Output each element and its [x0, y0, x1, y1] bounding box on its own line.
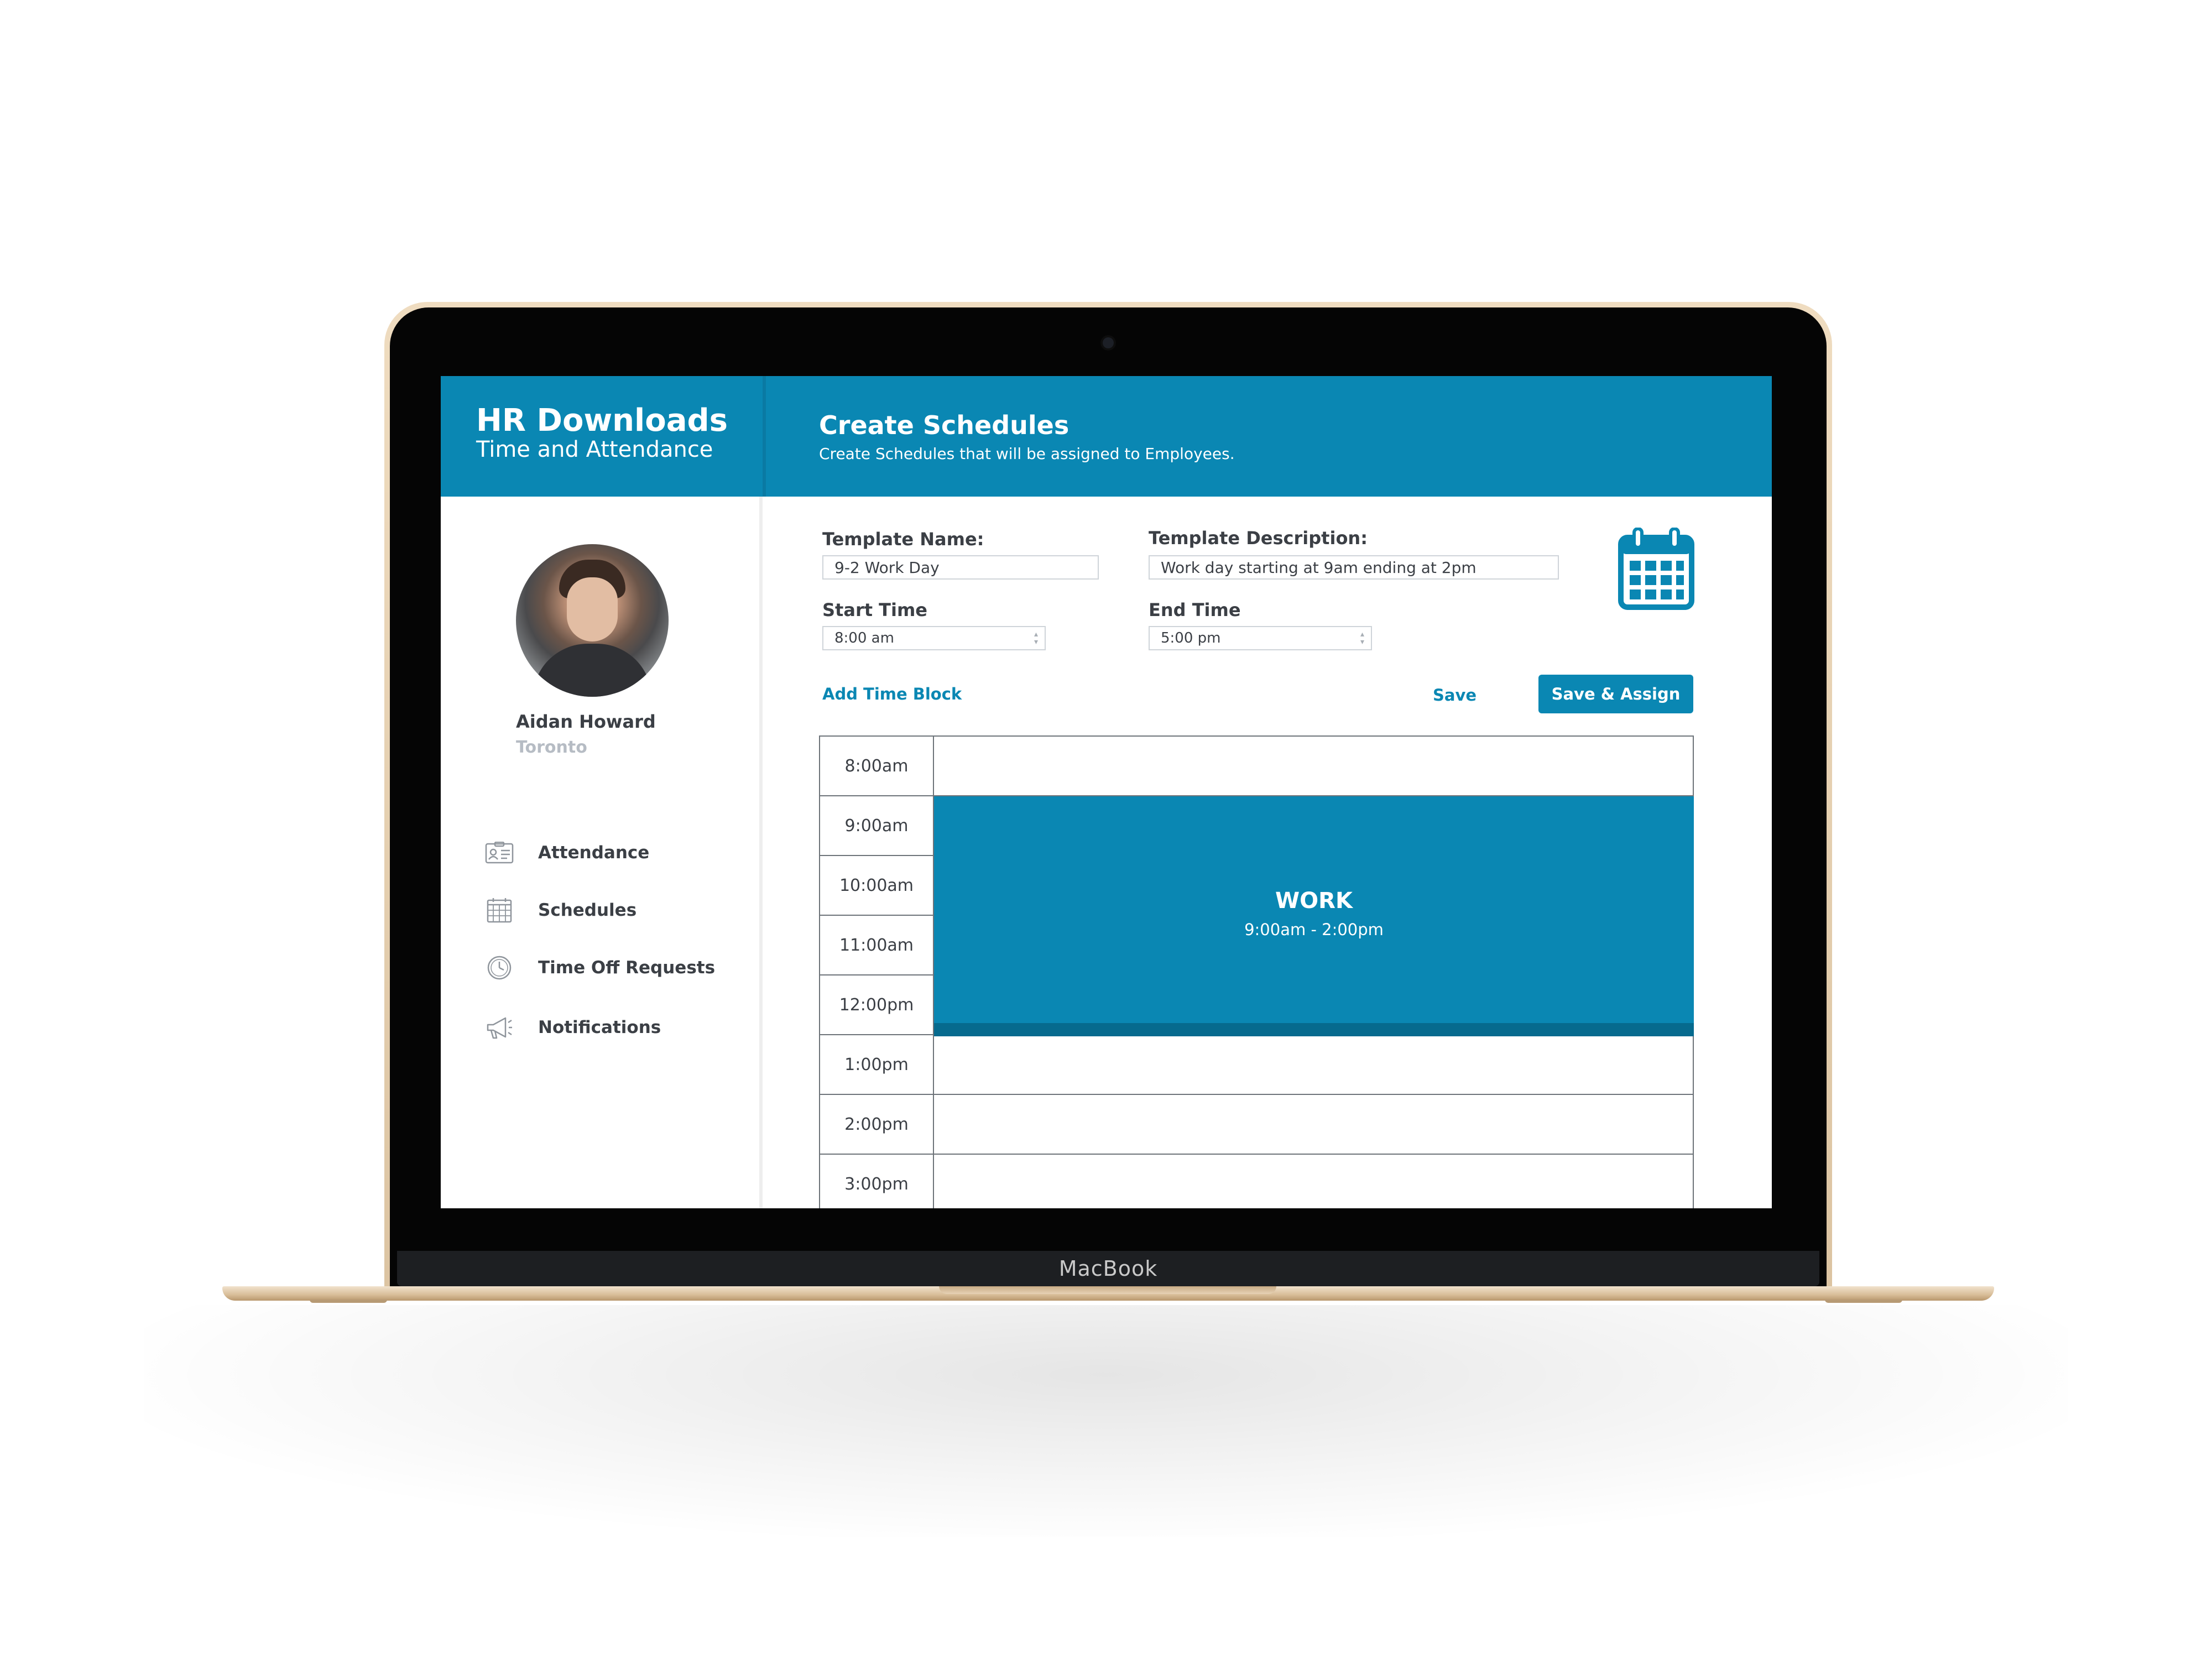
- sidebar-item-label: Schedules: [538, 900, 637, 920]
- user-location: Toronto: [516, 738, 587, 757]
- user-name: Aidan Howard: [516, 711, 656, 732]
- spinner-icon[interactable]: ▴ ▾: [1360, 630, 1364, 646]
- laptop-shadow: [144, 1305, 2068, 1537]
- start-time-select[interactable]: 8:00 am ▴ ▾: [822, 626, 1046, 650]
- avatar-face: [567, 577, 618, 641]
- save-and-assign-button[interactable]: Save & Assign: [1538, 675, 1693, 713]
- start-time-value: 8:00 am: [834, 630, 894, 646]
- work-block-range: 9:00am - 2:00pm: [1244, 920, 1384, 939]
- sidebar-item-notifications[interactable]: Notifications: [485, 1011, 728, 1044]
- sidebar: Aidan Howard Toronto Attendance Schedule…: [441, 497, 763, 1208]
- template-description-input[interactable]: [1149, 555, 1559, 580]
- save-button[interactable]: Save: [1433, 686, 1477, 705]
- sidebar-item-time-off-requests[interactable]: Time Off Requests: [485, 951, 728, 984]
- end-time-label: End Time: [1149, 599, 1241, 620]
- laptop-foot: [1825, 1300, 1902, 1303]
- sidebar-item-attendance[interactable]: Attendance: [485, 836, 728, 869]
- table-row[interactable]: 3:00pm: [820, 1155, 1694, 1208]
- end-time-select[interactable]: 5:00 pm ▴ ▾: [1149, 626, 1372, 650]
- work-time-block[interactable]: WORK 9:00am - 2:00pm: [934, 796, 1694, 1036]
- app-subtitle: Time and Attendance: [476, 437, 713, 462]
- sidebar-item-label: Time Off Requests: [538, 958, 716, 978]
- schedule-grid: 8:00am 9:00am 10:00am 11:00am 12:00pm 1:…: [819, 735, 1694, 1208]
- time-label: 1:00pm: [820, 1035, 934, 1094]
- time-label: 10:00am: [820, 856, 934, 915]
- avatar-body: [533, 644, 652, 697]
- time-label: 11:00am: [820, 916, 934, 974]
- main-content: Template Name: Template Description: Sta…: [766, 497, 1772, 1208]
- laptop-chin: MacBook: [397, 1251, 1819, 1286]
- sidebar-item-label: Attendance: [538, 843, 650, 863]
- brand-panel: HR Downloads Time and Attendance: [441, 376, 763, 497]
- page-title: Create Schedules: [819, 410, 1070, 440]
- spinner-icon[interactable]: ▴ ▾: [1034, 630, 1038, 646]
- time-label: 9:00am: [820, 796, 934, 855]
- megaphone-icon: [485, 1013, 514, 1042]
- add-time-block-button[interactable]: Add Time Block: [822, 685, 962, 703]
- calendar-icon: [1618, 528, 1694, 610]
- id-card-icon: [485, 838, 514, 867]
- end-time-value: 5:00 pm: [1161, 630, 1221, 646]
- device-brand-label: MacBook: [1058, 1256, 1158, 1281]
- time-label: 3:00pm: [820, 1155, 934, 1208]
- sidebar-item-schedules[interactable]: Schedules: [485, 894, 728, 927]
- laptop-hinge-notch: [939, 1286, 1276, 1294]
- table-row[interactable]: 1:00pm: [820, 1035, 1694, 1095]
- table-row[interactable]: 8:00am: [820, 737, 1694, 796]
- template-name-label: Template Name:: [822, 529, 984, 550]
- template-description-label: Template Description:: [1149, 528, 1368, 549]
- template-name-input[interactable]: [822, 555, 1099, 580]
- time-label: 2:00pm: [820, 1095, 934, 1154]
- calendar-icon: [485, 896, 514, 925]
- sidebar-item-label: Notifications: [538, 1018, 661, 1037]
- page-subtitle: Create Schedules that will be assigned t…: [819, 445, 1235, 463]
- work-block-resize-handle[interactable]: [934, 1023, 1694, 1036]
- avatar[interactable]: [516, 544, 669, 697]
- app-title: HR Downloads: [476, 403, 728, 439]
- time-label: 12:00pm: [820, 975, 934, 1034]
- start-time-label: Start Time: [822, 599, 927, 620]
- camera-icon: [1103, 337, 1114, 348]
- page-header: Create Schedules Create Schedules that w…: [766, 376, 1772, 497]
- table-row[interactable]: 2:00pm: [820, 1095, 1694, 1155]
- time-label: 8:00am: [820, 737, 934, 795]
- app-screen: HR Downloads Time and Attendance Create …: [441, 376, 1772, 1208]
- work-block-title: WORK: [1275, 888, 1353, 914]
- laptop-foot: [310, 1300, 387, 1303]
- clock-icon: [485, 953, 514, 982]
